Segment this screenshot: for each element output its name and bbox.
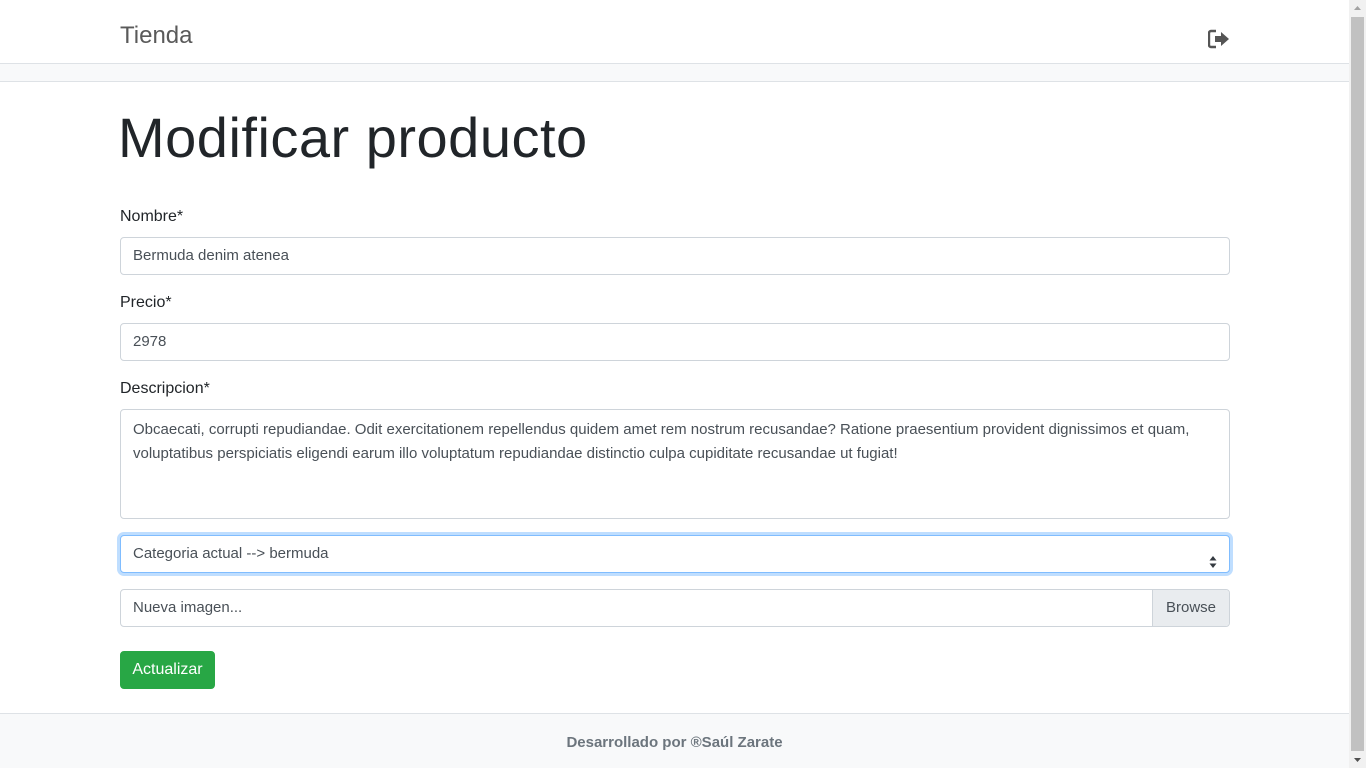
- categoria-selected-value: Categoria actual --> bermuda: [133, 545, 329, 562]
- nombre-label: Nombre*: [120, 208, 184, 225]
- browse-button[interactable]: Browse: [1152, 590, 1229, 626]
- precio-input[interactable]: 2978: [120, 323, 1230, 361]
- vertical-scrollbar[interactable]: [1349, 0, 1366, 768]
- select-caret-icon: [1209, 547, 1217, 568]
- header-band: [0, 64, 1349, 82]
- sign-out-icon[interactable]: [1207, 29, 1230, 49]
- top-navbar: Tienda: [0, 0, 1349, 64]
- scrollbar-thumb[interactable]: [1351, 17, 1364, 751]
- scroll-up-arrow-icon[interactable]: [1349, 0, 1366, 17]
- precio-label: Precio*: [120, 294, 172, 311]
- scroll-down-arrow-icon[interactable]: [1349, 751, 1366, 768]
- footer: Desarrollado por ®Saúl Zarate: [0, 713, 1349, 768]
- categoria-select[interactable]: Categoria actual --> bermuda: [120, 535, 1230, 573]
- imagen-file-input[interactable]: Nueva imagen... Browse: [120, 589, 1230, 627]
- brand-link[interactable]: Tienda: [120, 22, 193, 50]
- nombre-input[interactable]: Bermuda denim atenea: [120, 237, 1230, 275]
- descripcion-label: Descripcion*: [120, 380, 210, 397]
- file-input-placeholder: Nueva imagen...: [133, 599, 243, 616]
- page-title: Modificar producto: [118, 106, 588, 169]
- descripcion-textarea[interactable]: Obcaecati, corrupti repudiandae. Odit ex…: [120, 409, 1230, 519]
- footer-credit: Desarrollado por ®Saúl Zarate: [566, 734, 783, 751]
- actualizar-button[interactable]: Actualizar: [120, 651, 215, 689]
